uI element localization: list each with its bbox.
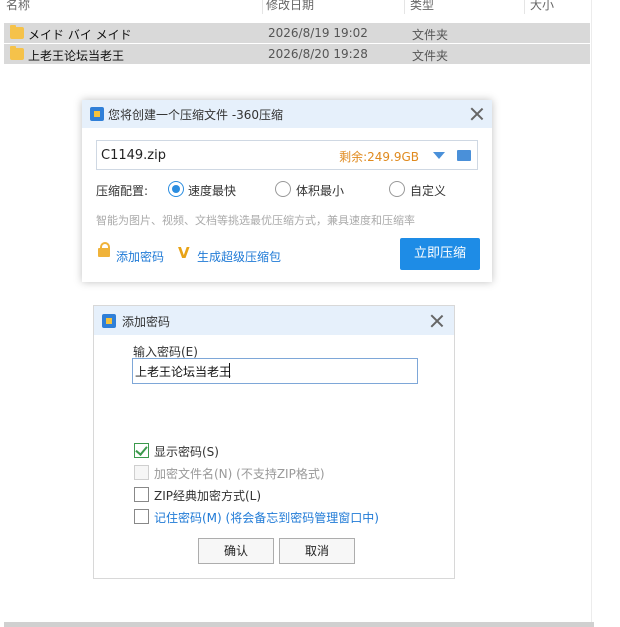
compress-hint: 智能为图片、视频、文档等挑选最优压缩方式，兼具速度和压缩率 bbox=[96, 214, 415, 227]
file-date: 2026/8/19 19:02 bbox=[268, 26, 368, 40]
show-password-label[interactable]: 显示密码(S) bbox=[154, 443, 219, 460]
vertical-divider bbox=[591, 0, 592, 627]
encrypt-filename-checkbox[interactable] bbox=[134, 465, 149, 480]
free-space-label: 剩余:249.9GB bbox=[339, 150, 419, 164]
text-caret bbox=[229, 363, 230, 378]
password-value: 上老王论坛当老王 bbox=[135, 365, 232, 379]
password-title: 添加密码 bbox=[122, 315, 171, 329]
column-divider bbox=[262, 0, 263, 14]
radio-smallest[interactable] bbox=[275, 181, 291, 197]
option-custom-label[interactable]: 自定义 bbox=[410, 182, 446, 199]
cancel-button[interactable]: 取消 bbox=[279, 538, 355, 564]
close-icon[interactable] bbox=[430, 314, 444, 328]
zip-app-icon bbox=[102, 314, 116, 328]
radio-fastest[interactable] bbox=[168, 181, 184, 197]
file-name: 上老王论坛当老王 bbox=[28, 49, 125, 63]
horizontal-scrollbar[interactable] bbox=[4, 622, 594, 627]
file-type: 文件夹 bbox=[412, 49, 449, 63]
option-smallest-label[interactable]: 体积最小 bbox=[296, 182, 344, 199]
zip-classic-checkbox[interactable] bbox=[134, 487, 149, 502]
remember-password-checkbox[interactable] bbox=[134, 509, 149, 524]
file-date: 2026/8/20 19:28 bbox=[268, 47, 368, 61]
column-type[interactable]: 类型 bbox=[410, 0, 434, 13]
zip-classic-label[interactable]: ZIP经典加密方式(L) bbox=[154, 487, 261, 504]
output-filename[interactable]: C1149.zip bbox=[101, 148, 166, 163]
compress-title: 您将创建一个压缩文件 -360压缩 bbox=[108, 108, 284, 122]
column-date[interactable]: 修改日期 bbox=[266, 0, 314, 13]
browse-folder-icon[interactable] bbox=[457, 150, 471, 161]
file-type: 文件夹 bbox=[412, 28, 449, 42]
password-input[interactable]: 上老王论坛当老王 bbox=[132, 358, 418, 384]
file-row[interactable]: 上老王论坛当老王 2026/8/20 19:28 文件夹 bbox=[4, 44, 590, 64]
column-divider bbox=[404, 0, 405, 14]
radio-custom[interactable] bbox=[389, 181, 405, 197]
super-pack-icon: V bbox=[178, 244, 190, 262]
show-password-checkbox[interactable] bbox=[134, 443, 149, 458]
add-password-link[interactable]: 添加密码 bbox=[116, 248, 164, 265]
compress-now-button[interactable]: 立即压缩 bbox=[400, 238, 480, 270]
remember-password-label[interactable]: 记住密码(M) (将会备忘到密码管理窗口中) bbox=[154, 509, 379, 526]
confirm-button[interactable]: 确认 bbox=[198, 538, 274, 564]
output-path-field[interactable]: C1149.zip 剩余:249.9GB bbox=[96, 140, 478, 170]
zip-app-icon bbox=[90, 107, 104, 121]
folder-icon bbox=[10, 46, 24, 60]
password-dialog: 添加密码 输入密码(E) 上老王论坛当老王 显示密码(S) 加密文件名(N) (… bbox=[93, 305, 455, 579]
file-name: メイド バイ メイド bbox=[28, 28, 132, 42]
column-divider bbox=[524, 0, 525, 14]
file-row[interactable]: メイド バイ メイド 2026/8/19 19:02 文件夹 bbox=[4, 23, 590, 43]
column-size[interactable]: 大小 bbox=[530, 0, 554, 13]
super-pack-link[interactable]: 生成超级压缩包 bbox=[197, 248, 281, 265]
lock-icon bbox=[98, 242, 110, 257]
chevron-down-icon[interactable] bbox=[433, 152, 445, 159]
option-fastest-label[interactable]: 速度最快 bbox=[188, 182, 236, 199]
compress-title-bar[interactable]: 您将创建一个压缩文件 -360压缩 bbox=[82, 100, 492, 128]
password-title-bar[interactable]: 添加密码 bbox=[94, 306, 454, 335]
file-list-header: 名称 修改日期 类型 大小 bbox=[0, 0, 590, 14]
compress-dialog: 您将创建一个压缩文件 -360压缩 C1149.zip 剩余:249.9GB 压… bbox=[82, 100, 492, 282]
encrypt-filename-label: 加密文件名(N) (不支持ZIP格式) bbox=[154, 467, 325, 481]
close-icon[interactable] bbox=[470, 107, 484, 121]
folder-icon bbox=[10, 25, 24, 39]
config-label: 压缩配置: bbox=[96, 184, 149, 198]
column-name[interactable]: 名称 bbox=[6, 0, 30, 13]
